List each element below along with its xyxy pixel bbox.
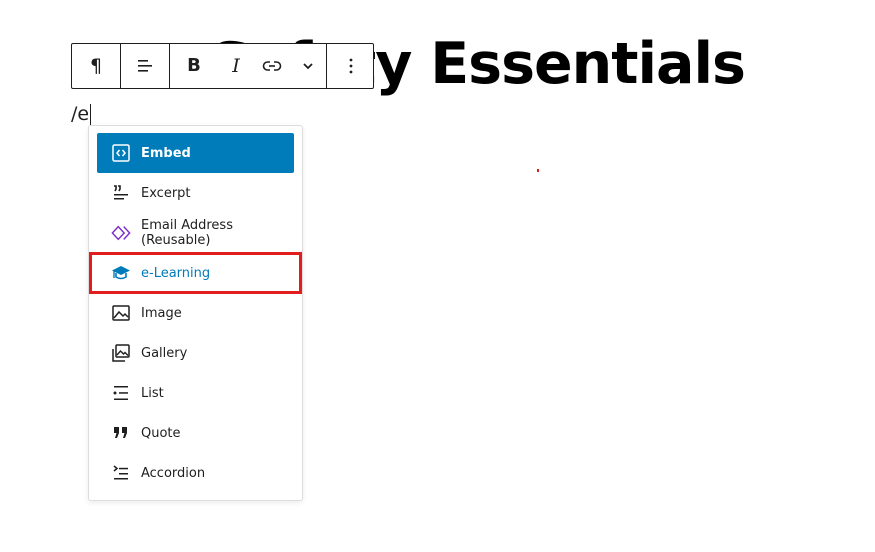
inserter-item-list[interactable]: List xyxy=(97,373,294,413)
image-icon xyxy=(111,303,131,323)
accordion-icon xyxy=(111,463,131,483)
paragraph-block[interactable]: /e xyxy=(71,101,92,127)
gallery-icon xyxy=(111,343,131,363)
inserter-item-label: List xyxy=(141,385,164,401)
inserter-item-label: Embed xyxy=(141,145,191,161)
inserter-item-e-learning[interactable]: e-Learning xyxy=(97,253,294,293)
inserter-item-image[interactable]: Image xyxy=(97,293,294,333)
inserter-item-embed[interactable]: Embed xyxy=(97,133,294,173)
toolbar-group-format: B I xyxy=(170,44,327,88)
inserter-item-label: Image xyxy=(141,305,182,321)
toolbar-group-block-type: ¶ xyxy=(72,44,121,88)
paragraph-block-button[interactable]: ¶ xyxy=(72,44,120,88)
toolbar-group-options xyxy=(327,44,375,88)
align-button[interactable] xyxy=(121,44,169,88)
paragraph-text: /e xyxy=(71,103,90,125)
inserter-item-label: Excerpt xyxy=(141,185,191,201)
graduation-cap-icon xyxy=(111,263,131,283)
more-vertical-icon xyxy=(349,58,353,74)
inserter-item-quote[interactable]: Quote xyxy=(97,413,294,453)
inserter-item-label: e-Learning xyxy=(141,265,211,281)
editor-canvas: Safety Essentials ¶ B I /e Embed Excerpt… xyxy=(0,0,875,552)
list-icon xyxy=(111,383,131,403)
align-left-icon xyxy=(138,60,152,72)
quote-icon xyxy=(111,423,131,443)
italic-icon: I xyxy=(232,54,240,77)
inserter-item-accordion[interactable]: Accordion xyxy=(97,453,294,493)
inserter-item-label: Quote xyxy=(141,425,181,441)
link-button[interactable] xyxy=(254,44,290,88)
bold-icon: B xyxy=(187,55,201,76)
inserter-item-excerpt[interactable]: Excerpt xyxy=(97,173,294,213)
inserter-item-label: Accordion xyxy=(141,465,206,481)
reusable-block-icon xyxy=(111,223,131,243)
block-inserter-popover: Embed Excerpt Email Address (Reusable) e… xyxy=(88,125,303,501)
more-formats-button[interactable] xyxy=(290,44,326,88)
inserter-item-label: Gallery xyxy=(141,345,188,361)
link-icon xyxy=(262,61,282,71)
excerpt-icon xyxy=(111,183,131,203)
chevron-down-icon xyxy=(303,63,313,70)
stray-mark xyxy=(537,169,539,172)
block-toolbar: ¶ B I xyxy=(71,43,374,89)
toolbar-group-align xyxy=(121,44,170,88)
paragraph-icon: ¶ xyxy=(89,54,103,77)
text-caret xyxy=(90,103,92,125)
bold-button[interactable]: B xyxy=(170,44,218,88)
embed-icon xyxy=(111,143,131,163)
inserter-item-gallery[interactable]: Gallery xyxy=(97,333,294,373)
italic-button[interactable]: I xyxy=(218,44,254,88)
inserter-item-label: Email Address (Reusable) xyxy=(141,218,233,248)
inserter-item-email-address-reusable[interactable]: Email Address (Reusable) xyxy=(97,213,294,253)
options-button[interactable] xyxy=(327,44,375,88)
